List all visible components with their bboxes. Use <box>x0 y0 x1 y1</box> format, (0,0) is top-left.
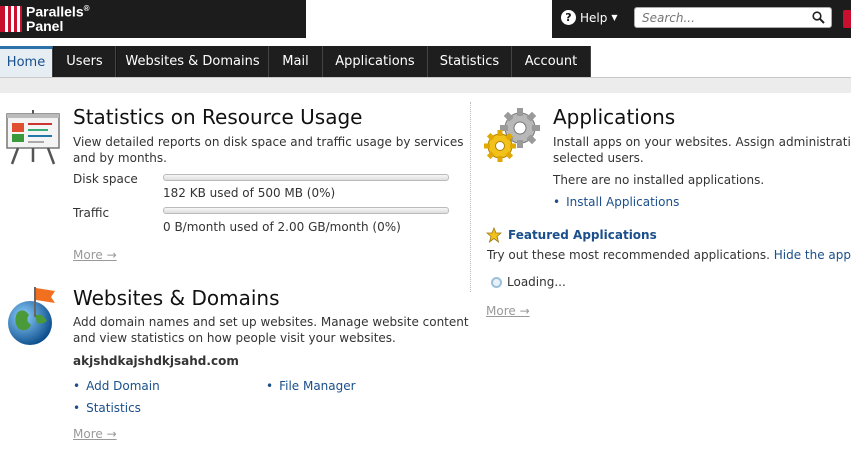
install-applications-link[interactable]: Install Applications <box>566 195 679 209</box>
nav-underline <box>0 77 851 94</box>
column-divider <box>470 102 472 292</box>
stats-desc-line1: View detailed reports on disk space and … <box>73 135 464 149</box>
statistics-link[interactable]: Statistics <box>86 401 141 415</box>
loading-text: Loading... <box>507 275 566 289</box>
featured-desc: Try out these most recommended applicati… <box>487 247 851 263</box>
traffic-label: Traffic <box>73 206 110 220</box>
tab-statistics[interactable]: Statistics <box>428 46 512 78</box>
help-icon: ? <box>561 10 576 25</box>
brand-reg: ® <box>83 4 90 13</box>
hide-apps-link[interactable]: Hide the apps. <box>774 248 851 262</box>
tab-users[interactable]: Users <box>54 46 116 78</box>
brand-edge-icon <box>843 10 851 28</box>
statistics-item: • Statistics <box>73 401 141 415</box>
disk-space-label: Disk space <box>73 172 138 186</box>
applications-title: Applications <box>553 105 676 129</box>
tab-account[interactable]: Account <box>512 46 591 78</box>
chevron-down-icon: ▼ <box>611 13 618 22</box>
loading-indicator: Loading... <box>491 275 566 289</box>
tab-home[interactable]: Home <box>0 46 53 78</box>
applications-desc-line2: selected users. <box>553 151 644 165</box>
install-apps-item: • Install Applications <box>553 195 680 209</box>
file-manager-item: • File Manager <box>266 379 356 393</box>
websites-desc-line1: Add domain names and set up websites. Ma… <box>73 315 469 329</box>
help-menu[interactable]: ? Help ▼ <box>561 10 618 25</box>
traffic-usage-text: 0 B/month used of 2.00 GB/month (0%) <box>163 220 401 234</box>
add-domain-item: • Add Domain <box>73 379 160 393</box>
websites-more-link[interactable]: More → <box>73 427 117 441</box>
star-icon <box>486 227 502 243</box>
stats-title: Statistics on Resource Usage <box>73 105 363 129</box>
search-icon[interactable] <box>812 11 825 24</box>
brand-line2: Panel <box>26 17 64 34</box>
loading-spinner-icon <box>491 276 502 288</box>
applications-more-link[interactable]: More → <box>486 304 530 318</box>
tab-mail[interactable]: Mail <box>269 46 323 78</box>
tab-websites-domains[interactable]: Websites & Domains <box>117 46 269 78</box>
parallels-logo-icon <box>0 6 22 32</box>
add-domain-link[interactable]: Add Domain <box>86 379 160 393</box>
header-blank-area <box>306 0 552 38</box>
websites-title: Websites & Domains <box>73 286 280 310</box>
stats-desc-line2: and by months. <box>73 151 167 165</box>
no-apps-text: There are no installed applications. <box>553 173 765 187</box>
top-bar: Parallels® Panel ? Help ▼ <box>0 0 851 38</box>
featured-applications-link[interactable]: Featured Applications <box>508 228 657 242</box>
help-label: Help <box>580 10 608 25</box>
applications-desc-line1: Install apps on your websites. Assign ad… <box>553 135 851 149</box>
stats-more-link[interactable]: More → <box>73 248 117 262</box>
file-manager-link[interactable]: File Manager <box>279 379 356 393</box>
featured-desc-text: Try out these most recommended applicati… <box>487 248 770 262</box>
gears-icon <box>484 108 540 162</box>
search-input[interactable] <box>635 8 807 27</box>
tab-applications[interactable]: Applications <box>323 46 428 78</box>
search-box <box>634 7 832 28</box>
presentation-board-icon <box>6 110 60 165</box>
domain-name: akjshdkajshdkjsahd.com <box>73 354 239 368</box>
disk-usage-text: 182 KB used of 500 MB (0%) <box>163 186 336 200</box>
websites-desc-line2: and view statistics on how people visit … <box>73 331 396 345</box>
globe-flag-icon <box>8 287 55 345</box>
disk-usage-bar <box>163 174 449 181</box>
traffic-usage-bar <box>163 207 449 214</box>
